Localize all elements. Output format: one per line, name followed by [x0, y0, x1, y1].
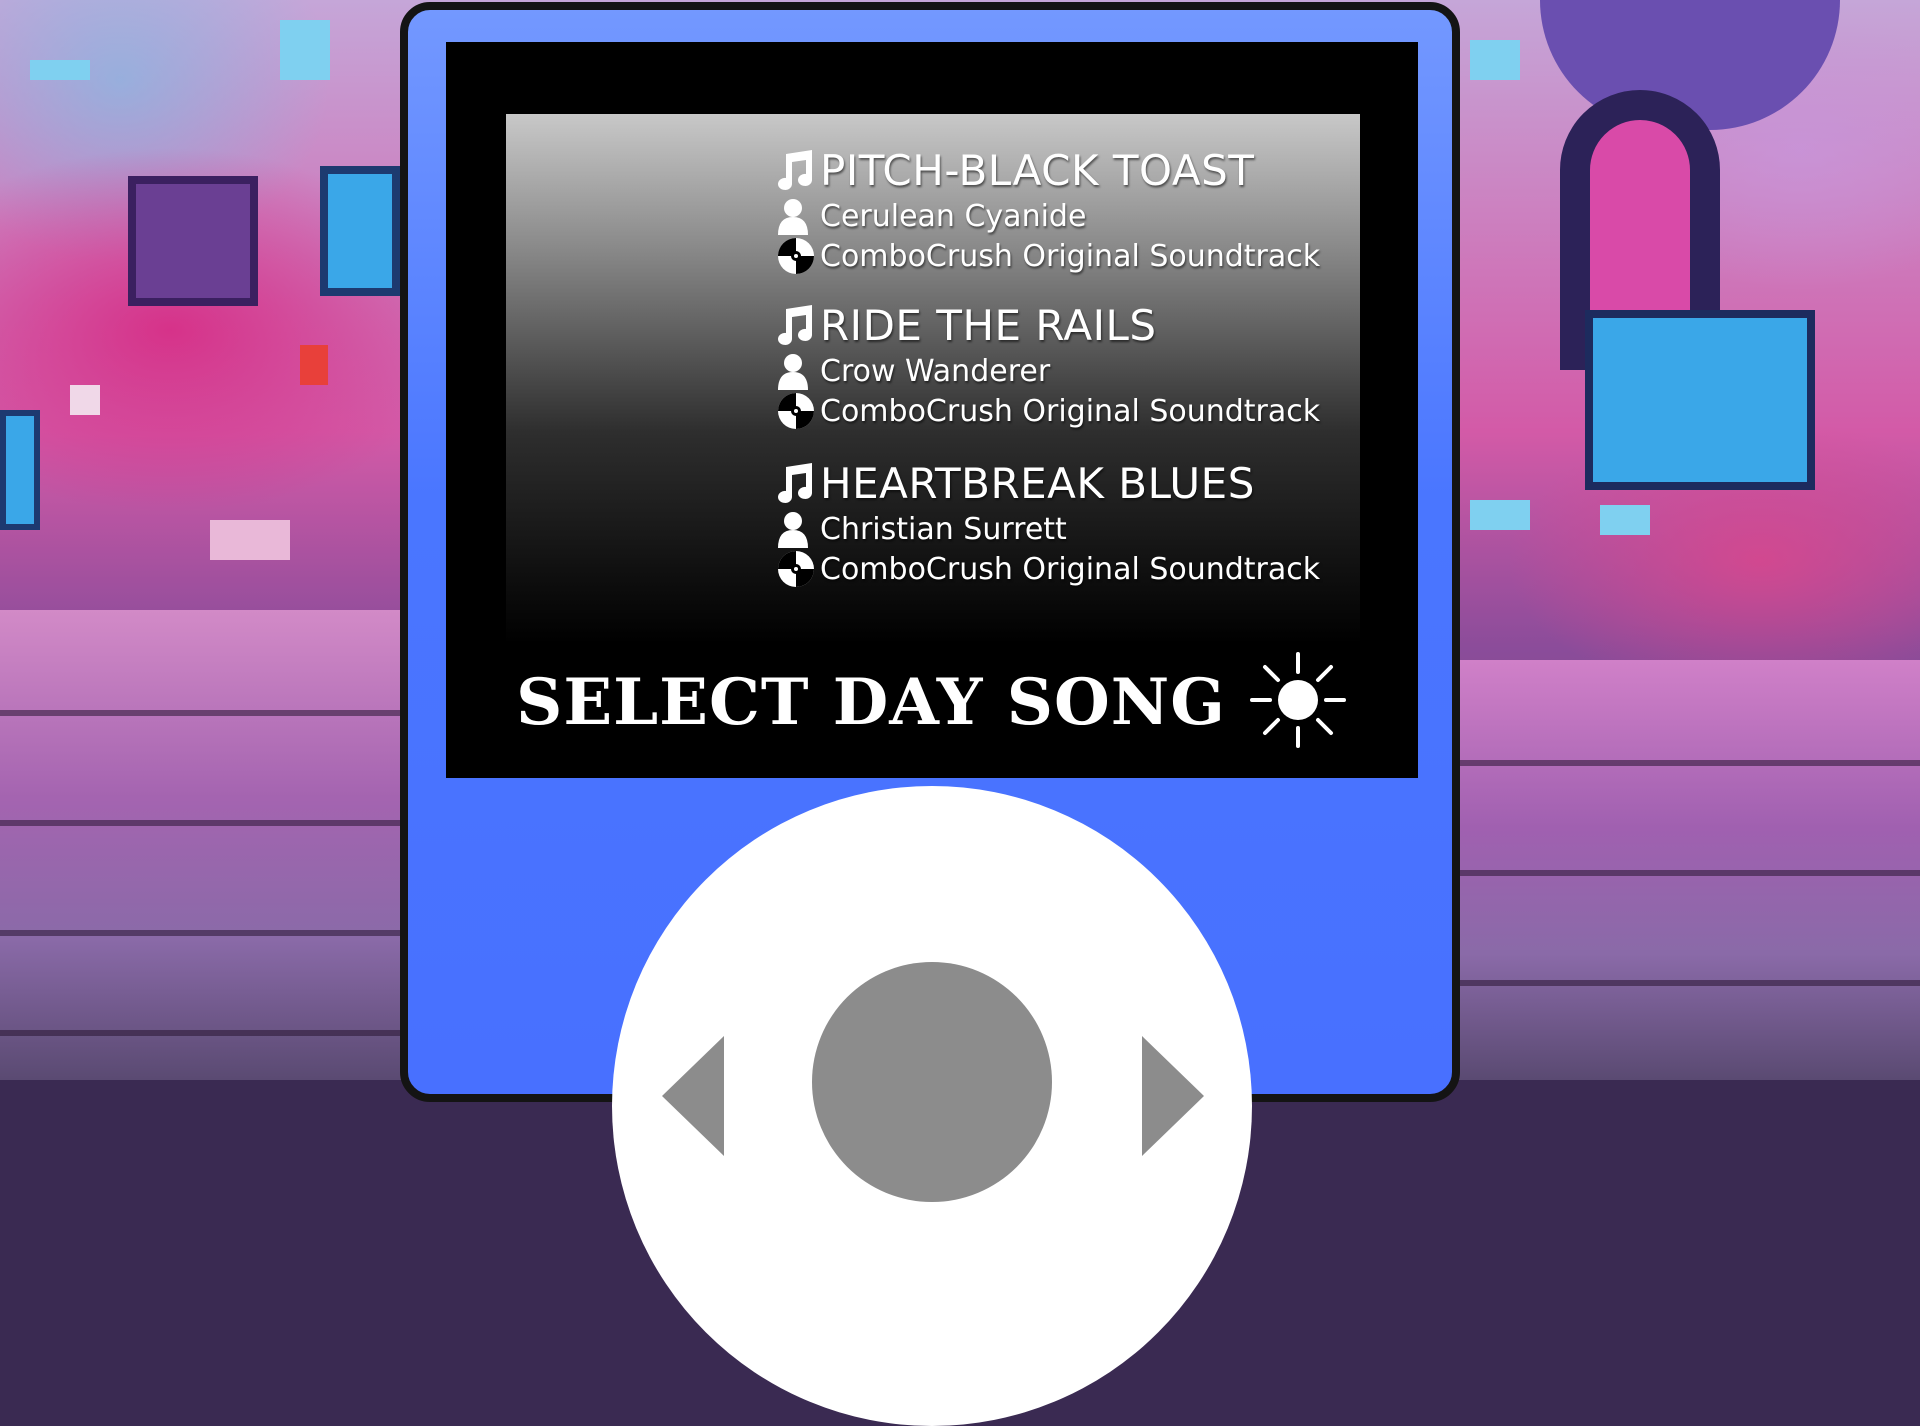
song-item[interactable]: HEARTBREAK BLUES Christian Surrett Combo…	[776, 457, 1356, 589]
person-icon	[776, 196, 820, 236]
disc-icon	[776, 549, 820, 589]
song-item[interactable]: RIDE THE RAILS Crow Wanderer ComboCrush …	[776, 299, 1356, 431]
next-arrow-icon[interactable]	[1142, 1036, 1204, 1156]
song-title: RIDE THE RAILS	[820, 300, 1157, 350]
song-artist: Christian Surrett	[820, 511, 1067, 547]
player-screen: PITCH-BLACK TOAST Cerulean Cyanide Combo…	[446, 42, 1418, 778]
mode-footer: SELECT DAY SONG	[446, 652, 1418, 748]
song-artist: Crow Wanderer	[820, 353, 1051, 389]
click-wheel[interactable]	[612, 786, 1252, 1426]
center-select-button[interactable]	[812, 962, 1052, 1202]
song-artist: Cerulean Cyanide	[820, 198, 1087, 234]
disc-icon	[776, 236, 820, 276]
person-icon	[776, 509, 820, 549]
song-title: HEARTBREAK BLUES	[820, 458, 1255, 508]
song-list: PITCH-BLACK TOAST Cerulean Cyanide Combo…	[506, 114, 1360, 644]
song-album: ComboCrush Original Soundtrack	[820, 551, 1321, 587]
song-item[interactable]: PITCH-BLACK TOAST Cerulean Cyanide Combo…	[776, 144, 1356, 276]
music-note-icon	[776, 150, 820, 190]
disc-icon	[776, 391, 820, 431]
previous-arrow-icon[interactable]	[662, 1036, 724, 1156]
song-album: ComboCrush Original Soundtrack	[820, 238, 1321, 274]
song-album: ComboCrush Original Soundtrack	[820, 393, 1321, 429]
music-note-icon	[776, 463, 820, 503]
music-player: PITCH-BLACK TOAST Cerulean Cyanide Combo…	[400, 2, 1460, 1426]
sun-icon[interactable]	[1248, 650, 1348, 754]
person-icon	[776, 351, 820, 391]
song-title: PITCH-BLACK TOAST	[820, 145, 1255, 195]
music-note-icon	[776, 305, 820, 345]
select-day-song-label: SELECT DAY SONG	[516, 664, 1226, 740]
